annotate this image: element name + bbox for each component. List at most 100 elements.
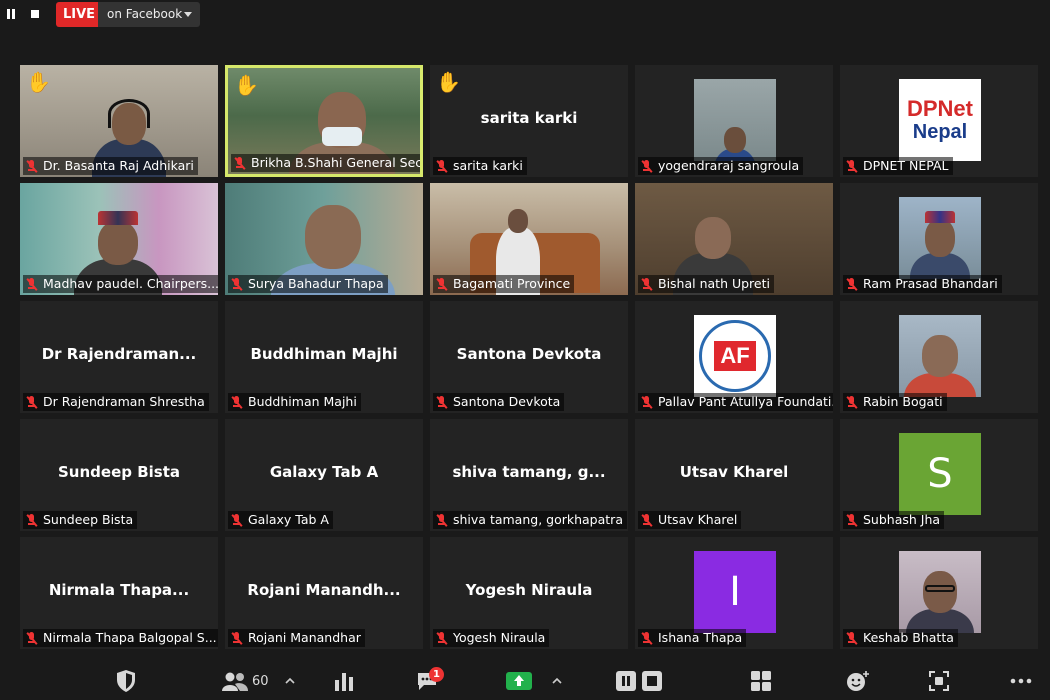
more-button[interactable] <box>1010 668 1032 694</box>
participant-head <box>508 209 528 233</box>
participant-tile[interactable]: yogendraraj sangroula <box>635 65 833 177</box>
mic-muted-icon <box>25 159 38 173</box>
participant-name: Ishana Thapa <box>658 630 743 645</box>
participant-tile[interactable]: Utsav Kharel Utsav Kharel <box>635 419 833 531</box>
bar-chart-icon <box>335 673 353 691</box>
participant-name: Subhash Jha <box>863 512 941 527</box>
participant-tile[interactable]: S Subhash Jha <box>840 419 1038 531</box>
participant-name: Utsav Kharel <box>658 512 738 527</box>
participant-tile[interactable]: Santona Devkota Santona Devkota <box>430 301 628 413</box>
participant-name: Yogesh Niraula <box>453 630 546 645</box>
participant-tile[interactable]: Rabin Bogati <box>840 301 1038 413</box>
participant-tile[interactable]: Keshab Bhatta <box>840 537 1038 649</box>
participant-name: Galaxy Tab A <box>248 512 329 527</box>
mic-muted-icon <box>845 513 858 527</box>
participant-tile[interactable]: Sundeep Bista Sundeep Bista <box>20 419 218 531</box>
participant-tile[interactable]: ✋ Brikha B.Shahi General Secreta... <box>225 65 423 177</box>
mic-muted-icon <box>230 277 243 291</box>
participant-tile[interactable]: DPNet Nepal DPNET NEPAL <box>840 65 1038 177</box>
participant-tile[interactable]: shiva tamang, g... shiva tamang, gorkhapa… <box>430 419 628 531</box>
participant-tile[interactable]: Ram Prasad Bhandari <box>840 183 1038 295</box>
stop-share-button[interactable] <box>642 668 662 694</box>
atullya-foundation-logo: AF <box>694 315 776 397</box>
polls-button[interactable] <box>333 668 355 694</box>
participant-head <box>922 335 958 377</box>
mic-muted-icon <box>230 513 243 527</box>
participant-tile[interactable]: Madhav paudel. Chairpers... <box>20 183 218 295</box>
participant-display-name: sarita karki <box>480 109 578 127</box>
mic-muted-icon <box>25 513 38 527</box>
participant-tile[interactable]: Surya Bahadur Thapa <box>225 183 423 295</box>
mic-muted-icon <box>230 631 243 645</box>
participant-tile[interactable]: I Ishana Thapa <box>635 537 833 649</box>
mic-muted-icon <box>845 159 858 173</box>
raised-hand-icon: ✋ <box>26 70 51 94</box>
participant-tile[interactable]: sarita karki ✋ sarita karki <box>430 65 628 177</box>
raised-hand-icon: ✋ <box>436 70 461 94</box>
participant-tile[interactable]: Rojani Manandh... Rojani Manandhar <box>225 537 423 649</box>
reactions-button[interactable] <box>846 668 870 694</box>
participant-tile[interactable]: Bishal nath Upreti <box>635 183 833 295</box>
participant-display-name: Buddhiman Majhi <box>250 345 398 363</box>
letter-avatar: S <box>899 433 981 515</box>
stop-icon <box>642 671 662 691</box>
security-button[interactable] <box>115 668 137 694</box>
participants-button[interactable]: 60 <box>222 668 269 694</box>
participant-name-tag: Nirmala Thapa Balgopal S... <box>23 629 218 647</box>
participant-display-name: Galaxy Tab A <box>269 463 379 481</box>
shield-icon <box>117 670 135 692</box>
participant-tile[interactable]: Dr Rajendraman... Dr Rajendraman Shrestha <box>20 301 218 413</box>
participant-tile[interactable]: Buddhiman Majhi Buddhiman Majhi <box>225 301 423 413</box>
live-badge[interactable]: LIVE <box>56 2 103 27</box>
apps-button[interactable] <box>750 668 772 694</box>
chevron-down-icon <box>184 12 192 17</box>
mic-muted-icon <box>640 513 653 527</box>
participant-name-tag: Dr. Basanta Raj Adhikari <box>23 157 198 175</box>
pause-recording-button[interactable] <box>0 0 22 28</box>
raised-hand-icon: ✋ <box>234 73 259 97</box>
participant-name: Buddhiman Majhi <box>248 394 357 409</box>
stop-recording-button[interactable] <box>24 0 46 28</box>
participant-name: Nirmala Thapa Balgopal S... <box>43 630 217 645</box>
participant-name-tag: Brikha B.Shahi General Secreta... <box>231 154 423 172</box>
participant-tile[interactable]: Nirmala Thapa... Nirmala Thapa Balgopal S… <box>20 537 218 649</box>
participant-name-tag: Dr Rajendraman Shrestha <box>23 393 209 411</box>
participant-tile[interactable]: AF Pallav Pant Atullya Foundati... <box>635 301 833 413</box>
participant-name-tag: Keshab Bhatta <box>843 629 958 647</box>
participant-video <box>899 315 981 397</box>
participant-video <box>899 197 981 279</box>
participant-name: sarita karki <box>453 158 523 173</box>
live-destination-dropdown[interactable]: on Facebook <box>98 2 200 27</box>
participant-name: Pallav Pant Atullya Foundati... <box>658 394 833 409</box>
participant-tile[interactable]: Yogesh Niraula Yogesh Niraula <box>430 537 628 649</box>
participant-tile[interactable]: ✋ Dr. Basanta Raj Adhikari <box>20 65 218 177</box>
participant-tile[interactable]: Galaxy Tab A Galaxy Tab A <box>225 419 423 531</box>
more-icon <box>1010 678 1032 684</box>
chat-button[interactable]: 1 <box>416 667 444 694</box>
participant-name: Dr Rajendraman Shrestha <box>43 394 205 409</box>
share-options-chevron[interactable] <box>552 668 562 694</box>
participant-name-tag: Subhash Jha <box>843 511 945 529</box>
top-bar: LIVE on Facebook <box>0 0 1050 30</box>
mic-muted-icon <box>640 277 653 291</box>
participant-name: Brikha B.Shahi General Secreta... <box>251 155 423 170</box>
share-screen-button[interactable] <box>506 668 532 694</box>
participant-video <box>694 79 776 161</box>
participant-display-name: Nirmala Thapa... <box>48 581 190 599</box>
participants-options-chevron[interactable] <box>285 668 295 694</box>
layout-button[interactable] <box>929 668 949 694</box>
pause-icon <box>7 9 15 19</box>
chat-unread-badge: 1 <box>429 667 444 682</box>
participant-display-name: Utsav Kharel <box>679 463 789 481</box>
topi-hat <box>98 211 138 225</box>
participant-name-tag: DPNET NEPAL <box>843 157 953 175</box>
participant-name: DPNET NEPAL <box>863 158 949 173</box>
chevron-up-icon <box>285 677 295 684</box>
mic-muted-icon <box>25 395 38 409</box>
participant-name-tag: Bishal nath Upreti <box>638 275 774 293</box>
participant-name-tag: shiva tamang, gorkhapatra <box>433 511 627 529</box>
pause-share-button[interactable] <box>616 668 636 694</box>
participant-name: Dr. Basanta Raj Adhikari <box>43 158 194 173</box>
mic-muted-icon <box>845 277 858 291</box>
participant-tile[interactable]: Bagamati Province <box>430 183 628 295</box>
